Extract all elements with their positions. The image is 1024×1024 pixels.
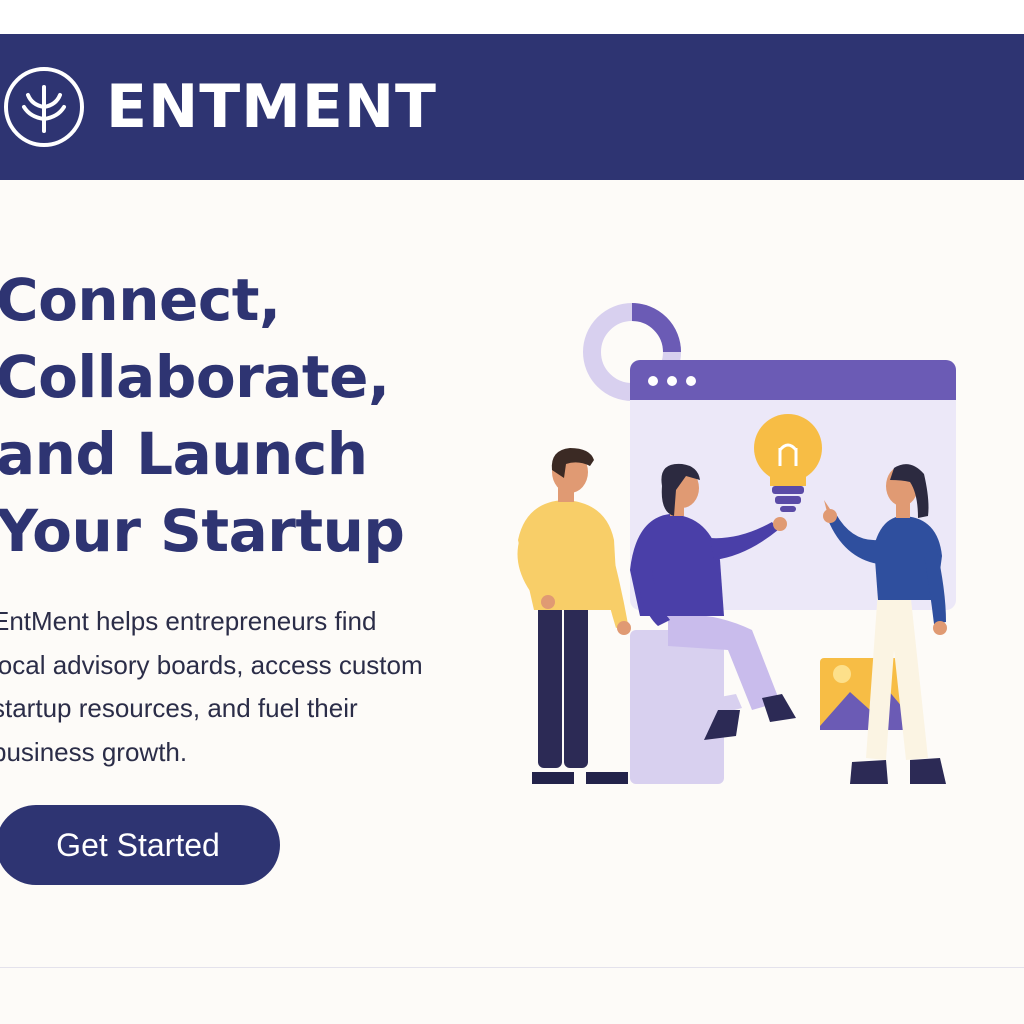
- man-figure: [517, 448, 631, 784]
- hero-title-line: and Launch: [0, 420, 368, 488]
- hero-description-line: EntMent helps entrepreneurs find: [0, 606, 377, 636]
- hero-title-line: Your Startup: [0, 497, 405, 565]
- hero-title: Connect, Collaborate, and Launch Your St…: [0, 262, 466, 570]
- landing-page: ENTMENT Connect, Collaborate, and Launch…: [0, 0, 1024, 1024]
- footer-divider: [0, 967, 1024, 968]
- hero-title-line: Collaborate,: [0, 343, 390, 411]
- hero-description-line: business growth.: [0, 736, 188, 767]
- hero-illustration: [490, 290, 990, 800]
- hero-description-line: local advisory boards, access custom: [0, 649, 423, 680]
- hero-description-line: startup resources, and fuel their: [0, 693, 358, 723]
- get-started-button[interactable]: Get Started: [0, 805, 280, 885]
- sprout-leaf-icon[interactable]: [2, 65, 86, 149]
- brand-name[interactable]: ENTMENT: [106, 77, 437, 137]
- image-icon: [820, 658, 908, 730]
- site-header: ENTMENT: [0, 34, 1024, 180]
- top-strip: [0, 0, 1024, 34]
- hero-description: EntMent helps entrepreneurs find local a…: [0, 600, 482, 774]
- hero-title-line: Connect,: [0, 266, 281, 334]
